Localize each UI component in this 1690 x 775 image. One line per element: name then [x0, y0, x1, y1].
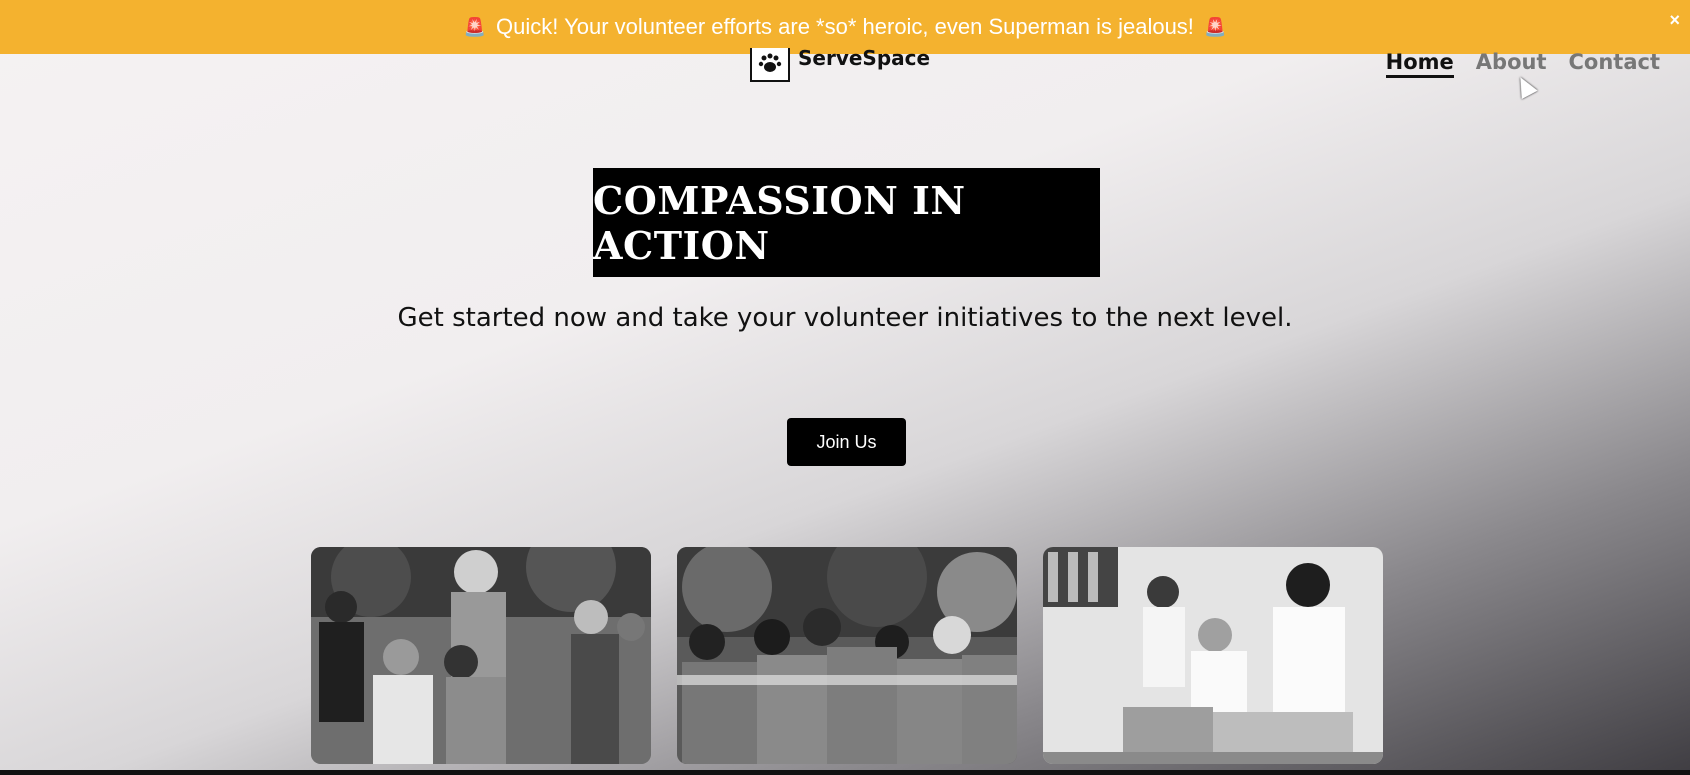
- banner-text: Quick! Your volunteer efforts are *so* h…: [496, 14, 1194, 39]
- page-bottom-edge: [0, 770, 1690, 775]
- paw-icon: [750, 48, 790, 82]
- join-us-button[interactable]: Join Us: [787, 418, 906, 466]
- kids-playing-photo: [311, 547, 651, 764]
- siren-icon: 🚨: [463, 16, 487, 37]
- main-nav: Home About Contact: [1385, 50, 1661, 78]
- close-icon[interactable]: ×: [1669, 10, 1680, 31]
- volunteers-group-hug-photo: [677, 547, 1017, 764]
- card-volunteers-packing[interactable]: [1043, 547, 1383, 764]
- hero-title: COMPASSION IN ACTION: [593, 168, 1100, 277]
- siren-icon: 🚨: [1203, 16, 1227, 37]
- volunteers-packing-boxes-photo: [1043, 547, 1383, 764]
- hero-subtitle: Get started now and take your volunteer …: [397, 303, 1293, 333]
- brand-logo[interactable]: ServeSpace: [750, 46, 931, 82]
- nav-contact[interactable]: Contact: [1569, 50, 1661, 78]
- brand-name: ServeSpace: [798, 46, 931, 70]
- card-volunteers-hug[interactable]: [677, 547, 1017, 764]
- nav-home[interactable]: Home: [1385, 50, 1454, 78]
- card-kids-playing[interactable]: [311, 547, 651, 764]
- nav-about[interactable]: About: [1476, 50, 1547, 78]
